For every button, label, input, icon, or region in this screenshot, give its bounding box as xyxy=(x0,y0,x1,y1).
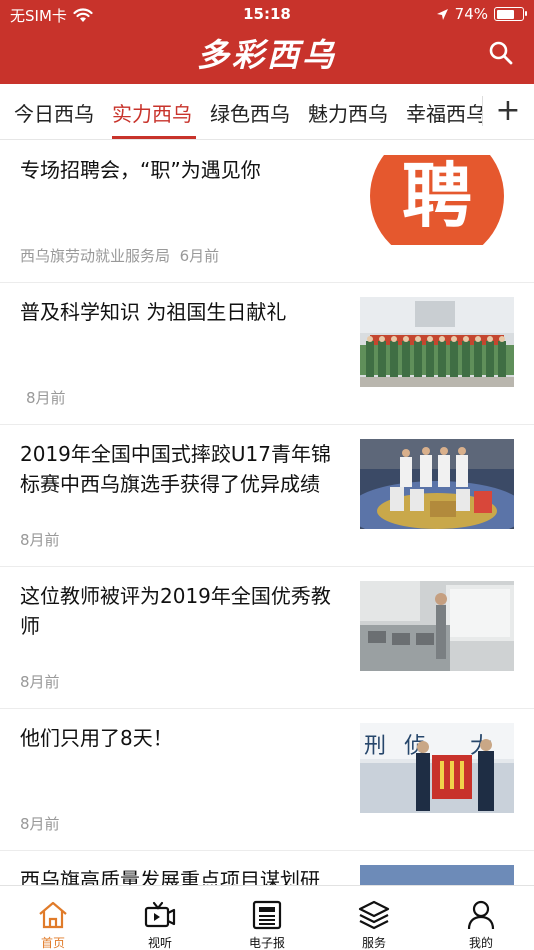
tabbar-epaper-label: 电子报 xyxy=(248,936,285,950)
tabbar-home-label: 首页 xyxy=(40,936,65,950)
tab-today[interactable]: 今日西乌 xyxy=(14,98,94,127)
channel-tabs-scroll[interactable]: 今日西乌 实力西乌 绿色西乌 魅力西乌 幸福西乌 xyxy=(0,84,482,140)
list-item[interactable]: 西乌旗高质量发展重点项目谋划研 xyxy=(0,851,534,885)
battery-icon xyxy=(494,7,527,21)
article-meta: 西乌旗劳动就业服务局 6月前 xyxy=(20,245,219,266)
list-item[interactable]: 专场招聘会，“职”为遇见你 西乌旗劳动就业服务局 6月前 聘 xyxy=(0,141,534,283)
tab-happiness[interactable]: 幸福西乌 xyxy=(406,98,482,127)
home-icon xyxy=(39,901,67,929)
tabbar-home[interactable]: 首页 xyxy=(0,886,106,950)
article-time: 6月前 xyxy=(179,247,220,265)
article-thumbnail xyxy=(360,297,514,387)
tabbar-video-label: 视听 xyxy=(147,936,172,950)
article-title: 2019年全国中国式摔跤U17青年锦标赛中西乌旗选手获得了优异成绩 xyxy=(20,442,331,496)
article-thumbnail: 刑 侦 大 xyxy=(360,723,514,813)
article-list[interactable]: 专场招聘会，“职”为遇见你 西乌旗劳动就业服务局 6月前 聘 普及科学知识 为祖… xyxy=(0,141,534,885)
article-title: 专场招聘会，“职”为遇见你 xyxy=(20,158,261,182)
article-time: 8月前 xyxy=(20,531,60,549)
tabbar-service[interactable]: 服务 xyxy=(321,886,427,950)
layers-icon xyxy=(358,900,390,930)
article-time: 8月前 xyxy=(20,673,60,691)
article-time: 8月前 xyxy=(26,389,66,407)
article-thumbnail xyxy=(360,439,514,529)
svg-text:刑: 刑 xyxy=(364,734,386,759)
article-title: 普及科学知识 为祖国生日献礼 xyxy=(20,300,287,324)
location-arrow-icon xyxy=(436,8,448,20)
article-thumbnail xyxy=(360,865,514,885)
list-item[interactable]: 这位教师被评为2019年全国优秀教师 8月前 xyxy=(0,567,534,709)
user-icon xyxy=(467,900,495,930)
article-time: 8月前 xyxy=(20,815,60,833)
bottom-tab-bar: 首页 视听 电子报 服务 我的 xyxy=(0,885,534,950)
battery-percent: 74% xyxy=(454,5,488,23)
article-thumbnail xyxy=(360,581,514,671)
active-tab-indicator xyxy=(112,136,196,139)
tabbar-service-label: 服务 xyxy=(361,936,386,950)
list-item[interactable]: 普及科学知识 为祖国生日献礼 8月前 xyxy=(0,283,534,425)
video-icon xyxy=(144,901,176,928)
recruit-logo: 聘 xyxy=(370,155,504,245)
tab-charm[interactable]: 魅力西乌 xyxy=(308,98,388,127)
tabbar-mine[interactable]: 我的 xyxy=(428,886,534,950)
article-thumbnail: 聘 xyxy=(360,155,514,245)
add-channel-button[interactable]: + xyxy=(490,94,526,130)
article-title: 这位教师被评为2019年全国优秀教师 xyxy=(20,584,331,638)
tabbar-epaper[interactable]: 电子报 xyxy=(214,886,320,950)
list-item[interactable]: 他们只用了8天！ 8月前 刑 侦 大 xyxy=(0,709,534,851)
list-item[interactable]: 2019年全国中国式摔跤U17青年锦标赛中西乌旗选手获得了优异成绩 8月前 xyxy=(0,425,534,567)
battery-fill xyxy=(496,9,515,19)
tabbar-video[interactable]: 视听 xyxy=(107,886,213,950)
tabbar-mine-label: 我的 xyxy=(468,936,493,950)
app-header: 无SIM卡 15:18 74% 多彩西乌 xyxy=(0,0,534,84)
tabs-divider xyxy=(482,96,483,126)
app-title: 多彩西乌 xyxy=(196,36,337,74)
channel-tabs: 今日西乌 实力西乌 绿色西乌 魅力西乌 幸福西乌 + xyxy=(0,84,534,140)
article-title: 西乌旗高质量发展重点项目谋划研 xyxy=(20,868,320,885)
search-icon[interactable] xyxy=(488,40,514,66)
tab-green[interactable]: 绿色西乌 xyxy=(210,98,290,127)
article-source: 西乌旗劳动就业服务局 xyxy=(20,247,171,265)
newspaper-icon xyxy=(252,900,282,930)
status-bar: 无SIM卡 15:18 74% xyxy=(0,0,534,28)
status-right: 74% xyxy=(436,5,527,23)
tab-strength[interactable]: 实力西乌 xyxy=(112,98,192,127)
article-title: 他们只用了8天！ xyxy=(20,726,173,750)
